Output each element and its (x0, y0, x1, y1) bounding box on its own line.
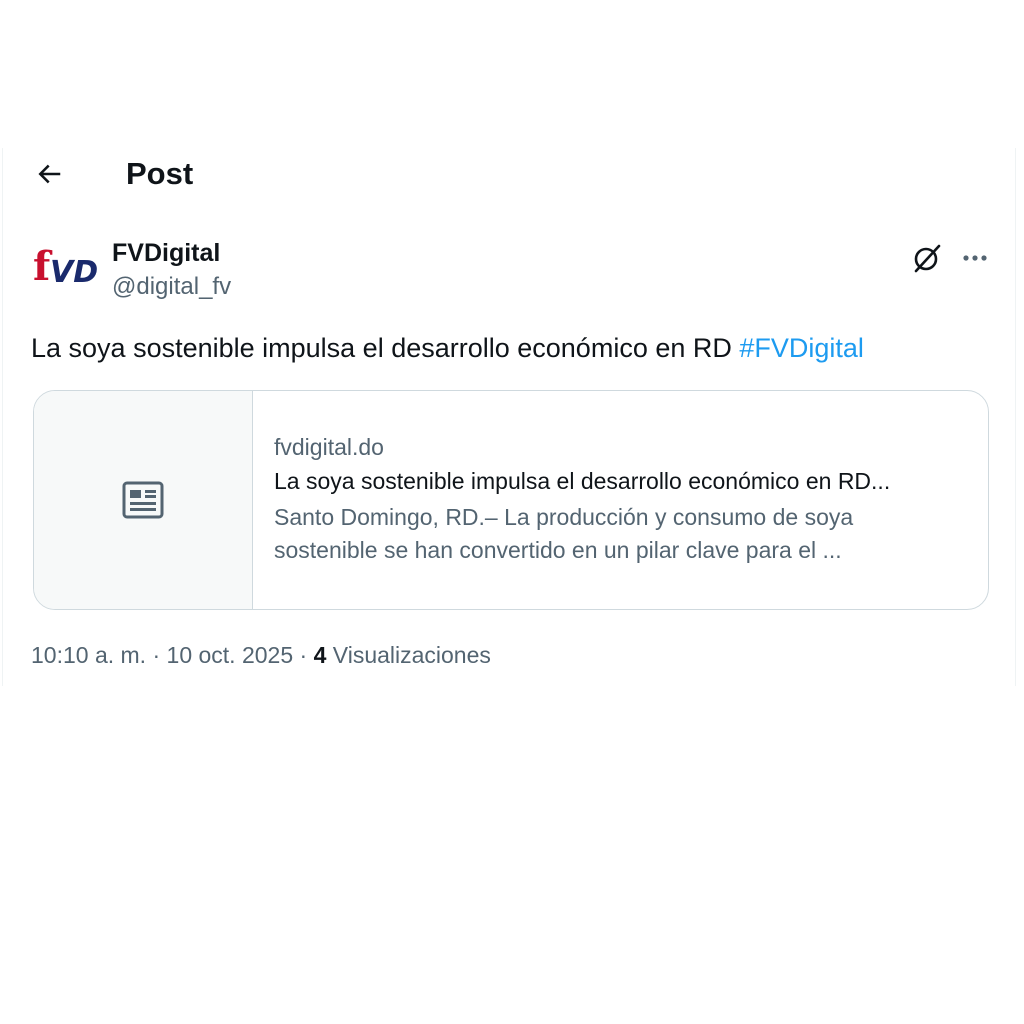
author-name[interactable]: FVDigital (112, 238, 220, 268)
meta-separator: · (293, 642, 314, 668)
views-count: 4 (313, 642, 327, 668)
link-card-body: fvdigital.do La soya sostenible impulsa … (274, 431, 972, 567)
link-card-media (34, 391, 253, 609)
author-handle[interactable]: @digital_fv (112, 272, 231, 302)
views-label: Visualizaciones (326, 642, 491, 668)
arrow-left-icon (38, 164, 61, 184)
fvd-logo-icon: f VD (33, 243, 98, 290)
post-detail-panel: Post f VD FVDigital @digital_fv La soya … (2, 148, 1016, 686)
post-text: La soya sostenible impulsa el desarrollo… (31, 330, 864, 366)
grok-icon (914, 244, 941, 273)
more-button[interactable] (955, 238, 995, 278)
more-horizontal-icon (963, 255, 987, 261)
hashtag-link[interactable]: #FVDigital (739, 333, 864, 363)
svg-text:VD: VD (50, 255, 98, 290)
back-button[interactable] (27, 154, 71, 194)
post-meta: 10:10 a. m. · 10 oct. 2025 · 4 Visualiza… (31, 638, 491, 672)
article-icon (122, 481, 164, 519)
grok-button[interactable] (907, 238, 947, 278)
post-date[interactable]: 10 oct. 2025 (167, 642, 294, 668)
page-title: Post (126, 156, 194, 191)
link-card-description-line: sostenible se han convertido en un pilar… (274, 537, 842, 563)
post-body: La soya sostenible impulsa el desarrollo… (31, 333, 740, 363)
link-card-description: Santo Domingo, RD.– La producción y cons… (274, 501, 972, 567)
meta-separator: · (146, 642, 167, 668)
link-card[interactable]: fvdigital.do La soya sostenible impulsa … (33, 390, 989, 610)
link-card-domain: fvdigital.do (274, 434, 384, 460)
link-card-description-line: Santo Domingo, RD.– La producción y cons… (274, 504, 854, 530)
post-time[interactable]: 10:10 a. m. (31, 642, 146, 668)
link-card-title: La soya sostenible impulsa el desarrollo… (274, 468, 891, 494)
avatar[interactable]: f VD (33, 240, 101, 298)
post-header: Post (3, 148, 1015, 200)
